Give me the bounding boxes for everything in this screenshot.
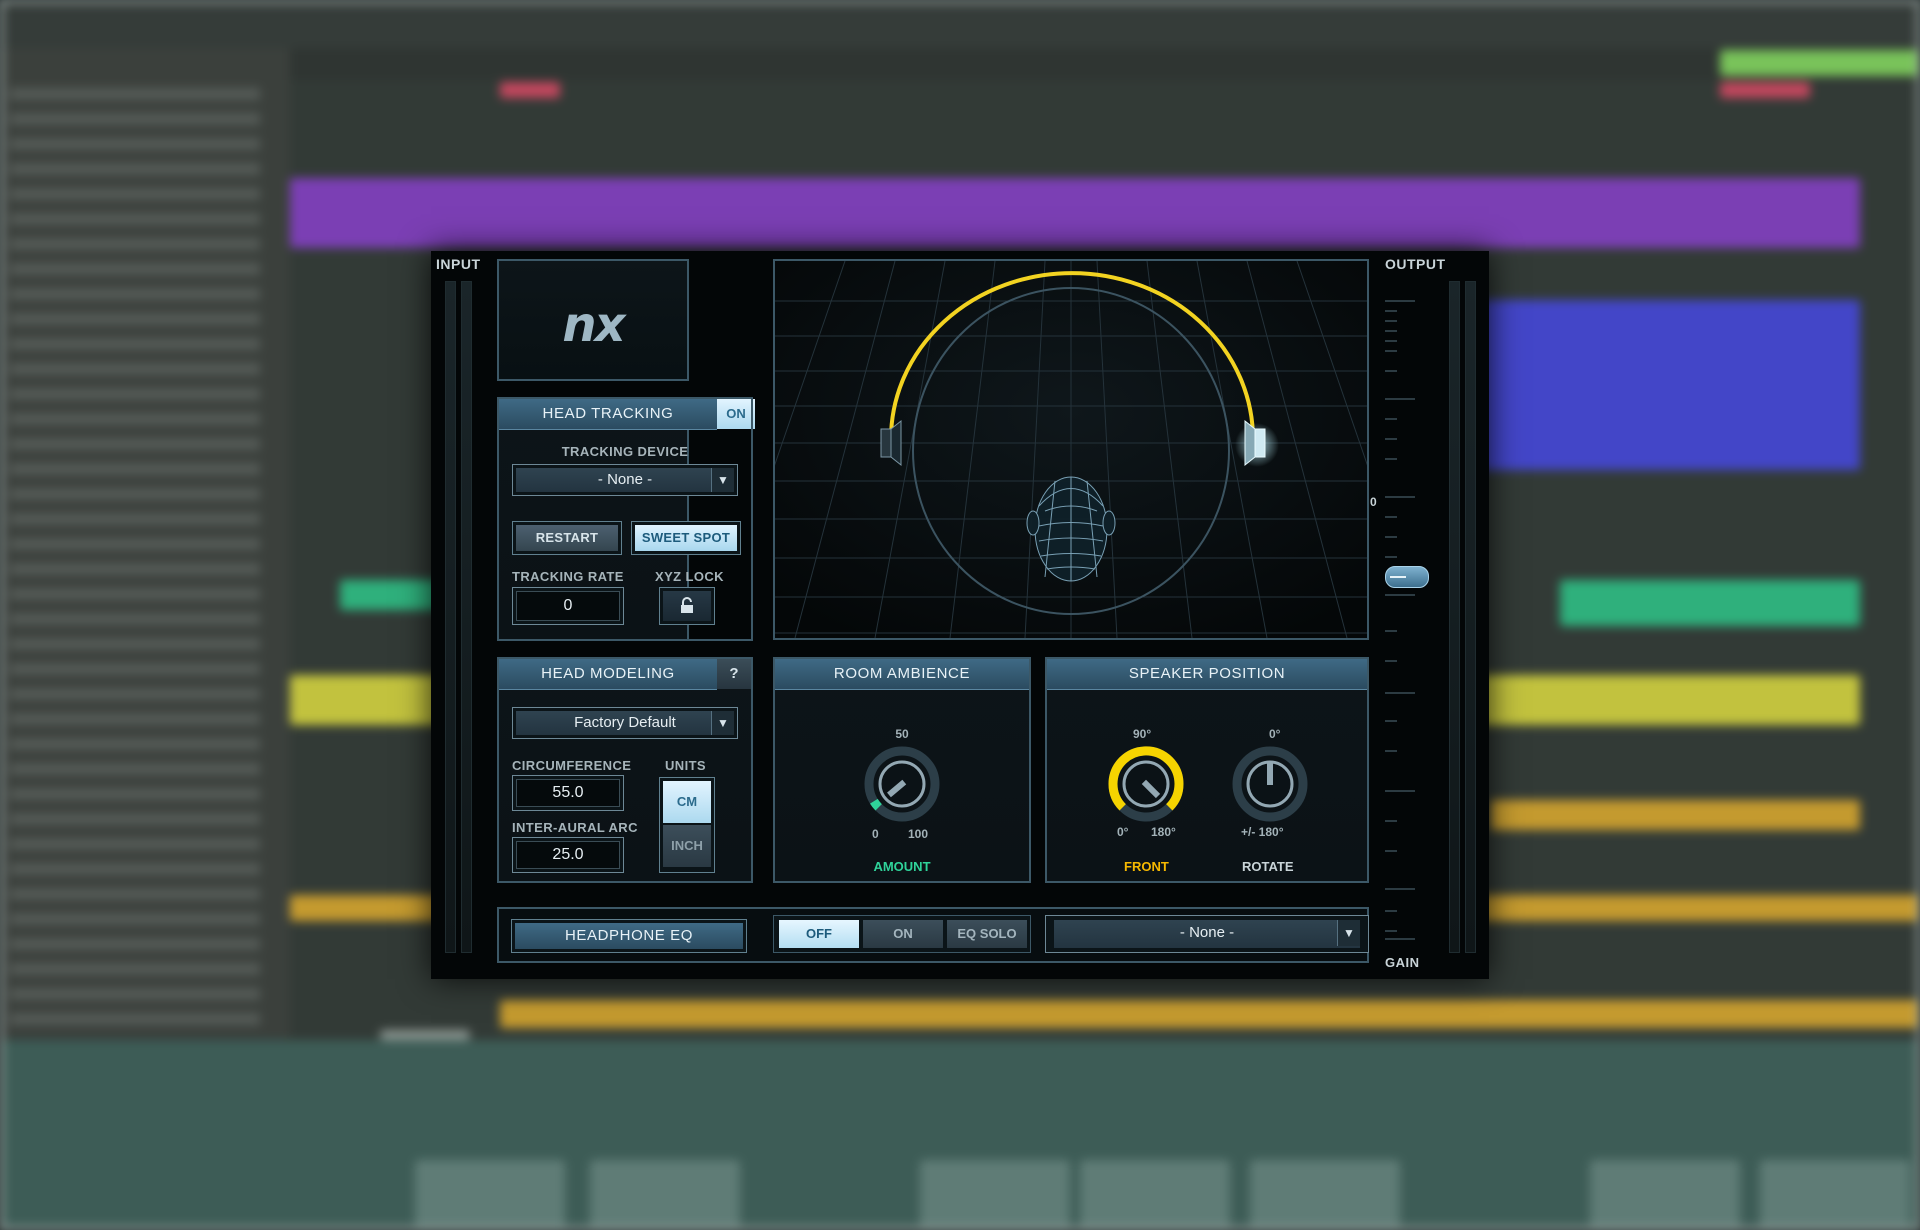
tracking-rate-value: 0 [516,591,620,621]
head-modeling-help-button[interactable]: ? [717,659,751,689]
restart-button[interactable]: RESTART [512,521,622,555]
unit-inch-button[interactable]: INCH [663,825,711,867]
head-modeling-title: HEAD MODELING [499,659,717,690]
chevron-down-icon: ▼ [1337,920,1360,946]
amount-label: AMOUNT [873,859,931,874]
head-model-preset-dropdown[interactable]: Factory Default ▼ [512,707,738,739]
amount-knob[interactable] [861,743,943,825]
sweet-spot-button-label: SWEET SPOT [635,525,737,551]
eq-on-button[interactable]: ON [863,920,943,948]
visualizer-svg [775,261,1367,638]
front-scale-top: 90° [1133,727,1152,741]
unlock-icon [681,597,693,613]
inter-aural-arc-field[interactable]: 25.0 [512,837,624,873]
output-meter-left [1449,281,1460,953]
front-scale-max: 180° [1151,825,1176,839]
eq-off-button[interactable]: OFF [779,920,859,948]
front-scale-min: 0° [1117,825,1129,839]
speaker-position-title: SPEAKER POSITION [1047,659,1367,690]
head-model-preset-value: Factory Default [574,714,676,731]
inter-aural-arc-label: INTER-AURAL ARC [512,820,638,835]
room-ambience-title: ROOM AMBIENCE [775,659,1029,690]
gain-label: GAIN [1385,955,1420,970]
gain-zero-label: 0 [1370,495,1377,509]
amount-scale-top: 50 [895,727,909,741]
headphone-model-value: - None - [1179,924,1235,941]
front-label: FRONT [1124,859,1169,874]
headphone-eq-title-box: HEADPHONE EQ [511,919,747,953]
nx-plugin-window: INPUT nx HEAD TRACKING ON TRACKING DEVIC… [431,251,1489,979]
tracking-rate-field[interactable]: 0 [512,587,624,625]
rotate-label: ROTATE [1242,859,1294,874]
speaker-position-panel: SPEAKER POSITION 90° 0° 180° FRONT 0° +/… [1045,657,1369,883]
output-label: OUTPUT [1385,256,1446,272]
gain-scale [1385,300,1415,940]
headphone-model-dropdown[interactable]: - None - ▼ [1045,915,1369,953]
sweet-spot-button[interactable]: SWEET SPOT [631,521,741,555]
headphone-eq-title: HEADPHONE EQ [515,923,743,949]
input-label: INPUT [436,256,481,272]
output-meter-right [1465,281,1476,953]
chevron-down-icon: ▼ [711,468,734,492]
rotate-knob[interactable] [1229,743,1311,825]
inter-aural-arc-value: 25.0 [516,841,620,869]
circumference-value: 55.0 [516,779,620,807]
circumference-label: CIRCUMFERENCE [512,758,632,773]
head-tracking-title: HEAD TRACKING [499,399,717,430]
gain-slider-handle[interactable] [1385,566,1429,588]
head-visualizer [773,259,1369,640]
restart-button-label: RESTART [516,525,618,551]
eq-solo-button[interactable]: EQ SOLO [947,920,1027,948]
rotate-scale-range: +/- 180° [1241,825,1284,839]
amount-scale-max: 100 [908,827,929,841]
units-toggle: CM INCH [659,777,715,873]
tracking-rate-label: TRACKING RATE [512,569,624,584]
input-meter-right [461,281,472,953]
xyz-lock-label: XYZ LOCK [655,569,724,584]
rotate-scale-top: 0° [1269,727,1281,741]
units-label: UNITS [665,758,706,773]
logo-panel: nx [497,259,689,381]
xyz-lock-button[interactable] [659,587,715,625]
head-tracking-on-toggle[interactable]: ON [717,399,755,429]
tracking-device-dropdown[interactable]: - None - ▼ [512,464,738,496]
amount-scale-min: 0 [872,827,879,841]
front-knob[interactable] [1105,743,1187,825]
input-meter-left [445,281,456,953]
tracking-device-value: - None - [597,471,653,488]
nx-logo: nx [562,297,625,353]
unit-cm-button[interactable]: CM [663,781,711,823]
tracking-device-label: TRACKING DEVICE [561,444,689,459]
circumference-field[interactable]: 55.0 [512,775,624,811]
room-ambience-panel: ROOM AMBIENCE 50 0 100 AMOUNT [773,657,1031,883]
chevron-down-icon: ▼ [711,711,734,735]
